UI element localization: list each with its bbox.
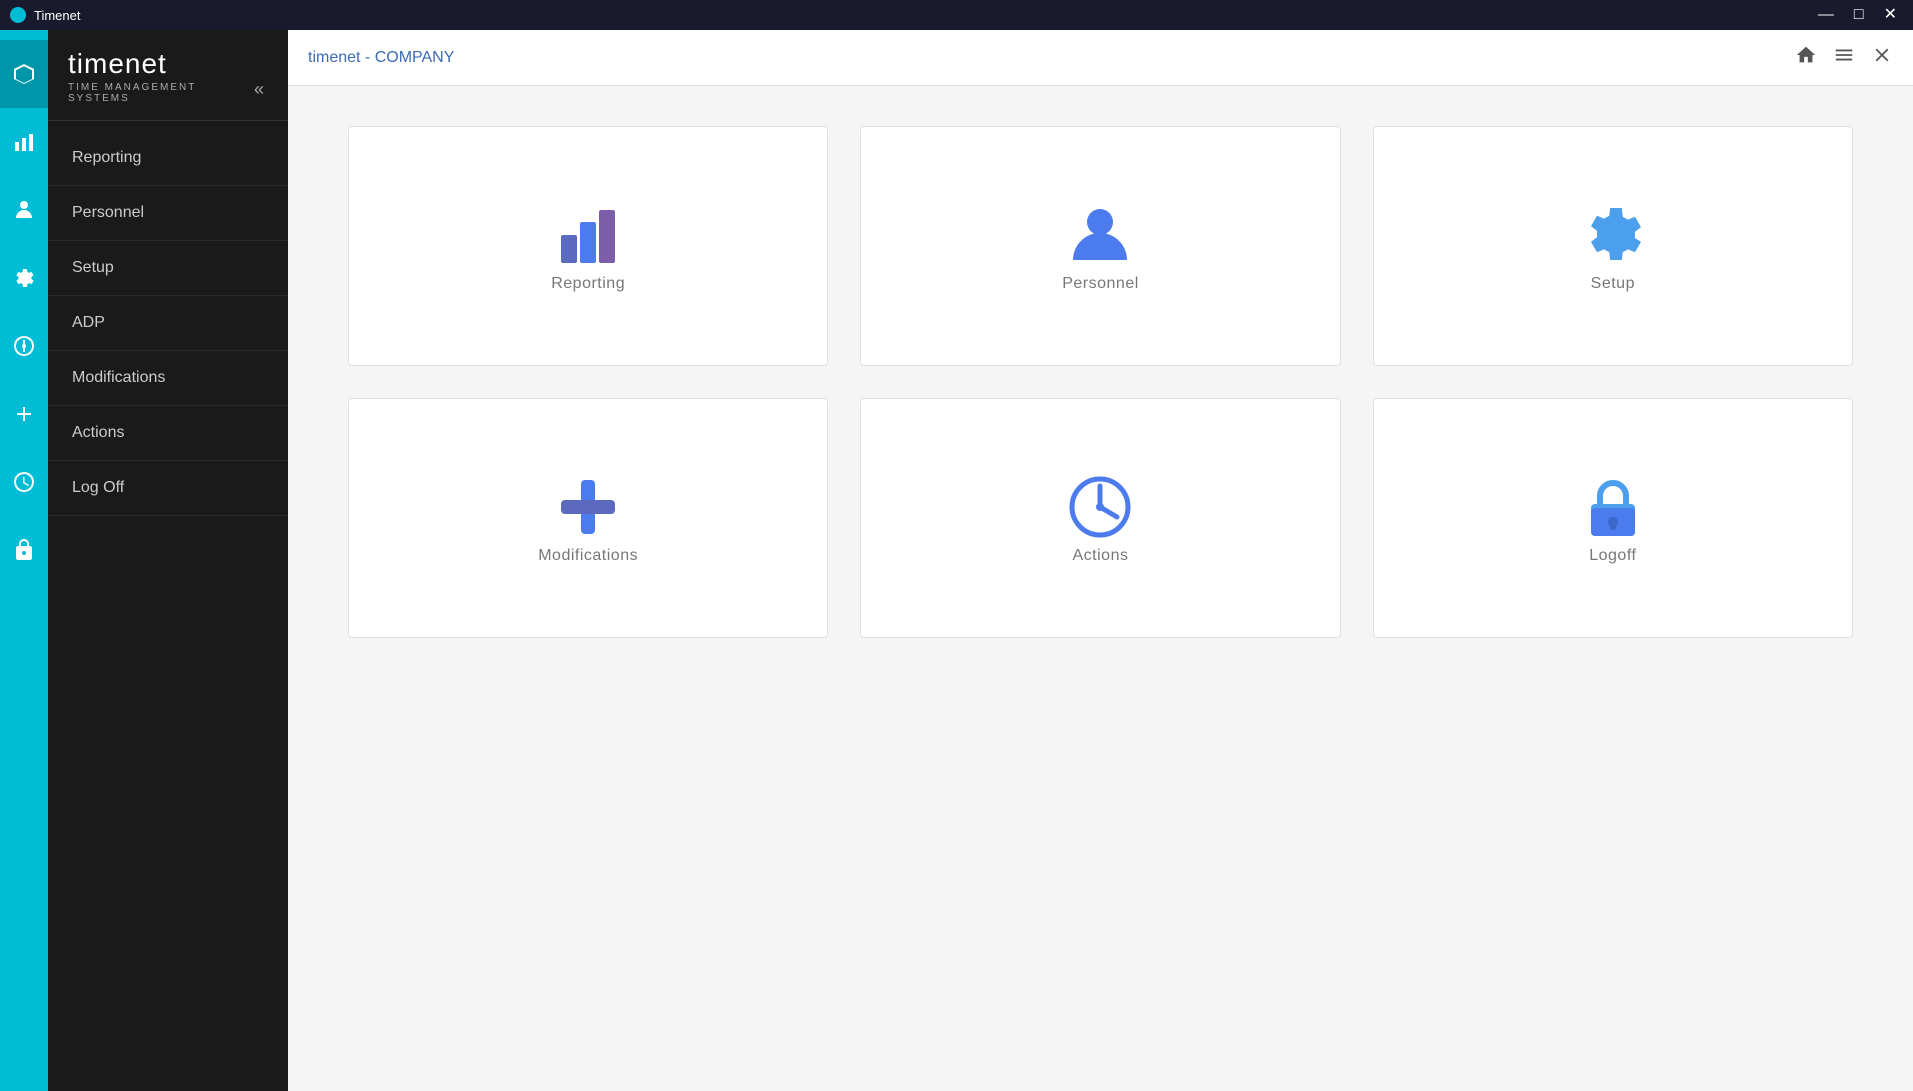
app-container: timenet TIME MANAGEMENT SYSTEMS « Report… [0, 30, 1913, 1091]
sidebar-item-adp[interactable]: ADP [48, 296, 288, 351]
header-actions [1795, 44, 1893, 72]
sidebar-item-modifications[interactable]: Modifications [48, 351, 288, 406]
card-actions-label: Actions [1073, 547, 1129, 565]
card-setup[interactable]: Setup [1373, 126, 1853, 366]
sidebar-item-personnel[interactable]: Personnel [48, 186, 288, 241]
header-close-button[interactable] [1871, 44, 1893, 72]
card-actions[interactable]: Actions [860, 398, 1340, 638]
maximize-button[interactable]: □ [1848, 0, 1870, 30]
card-personnel[interactable]: Personnel [860, 126, 1340, 366]
sidebar-item-reporting[interactable]: Reporting [48, 131, 288, 186]
sidebar-logo-subtitle: TIME MANAGEMENT SYSTEMS [68, 82, 250, 104]
sidebar-item-label-adp: ADP [72, 314, 105, 332]
sidebar-icon-logoff[interactable] [0, 516, 48, 584]
sidebar-item-label-logoff: Log Off [72, 479, 124, 497]
actions-icon [1065, 472, 1135, 547]
sidebar-item-label-personnel: Personnel [72, 204, 144, 222]
main-content: timenet - COMPANY [288, 30, 1913, 1091]
sidebar-logo: timenet TIME MANAGEMENT SYSTEMS [68, 48, 250, 104]
sidebar-item-setup[interactable]: Setup [48, 241, 288, 296]
app-icon [10, 7, 26, 23]
header-home-button[interactable] [1795, 44, 1817, 72]
logoff-icon [1578, 472, 1648, 547]
card-logoff-label: Logoff [1589, 547, 1636, 565]
sidebar-logo-title: timenet [68, 48, 250, 80]
setup-icon [1578, 200, 1648, 275]
titlebar-title: Timenet [34, 8, 80, 23]
sidebar-icon-reporting[interactable] [0, 108, 48, 176]
sidebar-icon-actions[interactable] [0, 448, 48, 516]
card-logoff[interactable]: Logoff [1373, 398, 1853, 638]
minimize-button[interactable]: — [1812, 0, 1840, 30]
sidebar-icon-setup[interactable] [0, 244, 48, 312]
main-title: timenet - COMPANY [308, 49, 454, 67]
card-modifications[interactable]: Modifications [348, 398, 828, 638]
sidebar-header: timenet TIME MANAGEMENT SYSTEMS « [48, 30, 288, 121]
sidebar-icon-home[interactable] [0, 40, 48, 108]
reporting-icon [553, 200, 623, 275]
sidebar-item-label-setup: Setup [72, 259, 114, 277]
sidebar-item-actions[interactable]: Actions [48, 406, 288, 461]
grid-row-2: Modifications Actions [348, 398, 1853, 638]
sidebar-item-logoff[interactable]: Log Off [48, 461, 288, 516]
modifications-icon [553, 472, 623, 547]
card-modifications-label: Modifications [538, 547, 638, 565]
sidebar-icon-modifications[interactable] [0, 380, 48, 448]
sidebar-icon-adp[interactable] [0, 312, 48, 380]
personnel-icon [1065, 200, 1135, 275]
close-button[interactable]: ✕ [1878, 0, 1903, 30]
titlebar: Timenet — □ ✕ [0, 0, 1913, 30]
sidebar-icon-strip [0, 30, 48, 1091]
sidebar-item-label-actions: Actions [72, 424, 124, 442]
card-reporting[interactable]: Reporting [348, 126, 828, 366]
sidebar-item-label-modifications: Modifications [72, 369, 165, 387]
sidebar-icon-personnel[interactable] [0, 176, 48, 244]
titlebar-controls: — □ ✕ [1812, 0, 1903, 30]
header-menu-button[interactable] [1833, 44, 1855, 72]
grid-row-1: Reporting Personnel [348, 126, 1853, 366]
sidebar-collapse-button[interactable]: « [250, 75, 268, 104]
main-header: timenet - COMPANY [288, 30, 1913, 86]
sidebar-items: Reporting Personnel Setup ADP Modificati… [48, 121, 288, 526]
card-personnel-label: Personnel [1062, 275, 1139, 293]
sidebar-item-label-reporting: Reporting [72, 149, 141, 167]
titlebar-left: Timenet [10, 7, 80, 23]
sidebar-nav: timenet TIME MANAGEMENT SYSTEMS « Report… [48, 30, 288, 1091]
grid-area: Reporting Personnel [288, 86, 1913, 1091]
card-reporting-label: Reporting [551, 275, 625, 293]
card-setup-label: Setup [1591, 275, 1635, 293]
